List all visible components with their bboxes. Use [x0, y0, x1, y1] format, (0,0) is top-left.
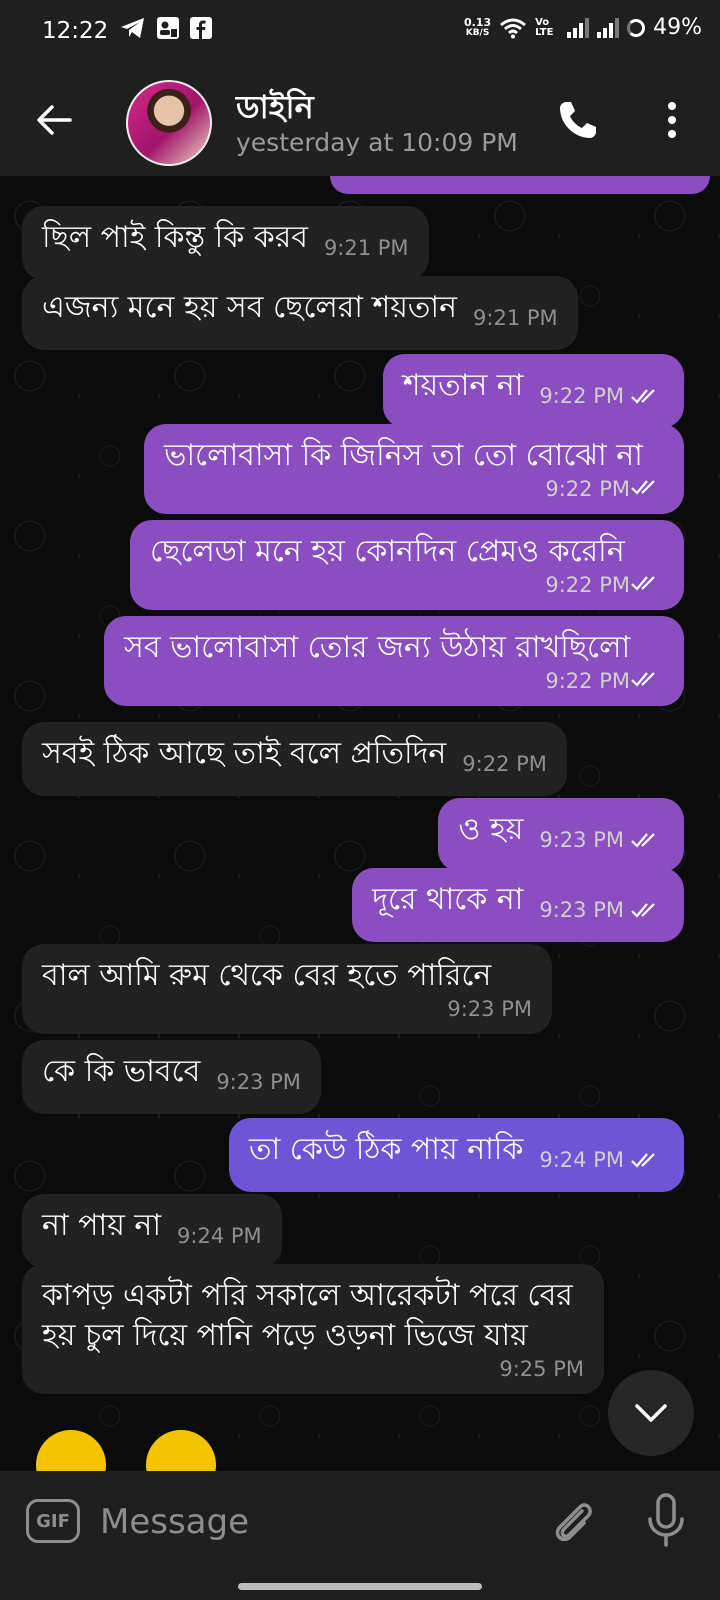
message-bubble-outgoing[interactable]: ছেলেডা মনে হয় কোনদিন প্রেমও করেনি 9:22 …	[130, 520, 684, 610]
telegram-icon	[121, 18, 144, 38]
message-text: এজন্য মনে হয় সব ছেলেরা শয়তান	[42, 290, 458, 325]
more-options-icon[interactable]	[658, 98, 686, 142]
message-text: শয়তান না	[402, 368, 524, 403]
message-time: 9:21 PM	[473, 306, 558, 330]
message-time: 9:23 PM	[216, 1070, 301, 1094]
message-bubble-outgoing[interactable]: শয়তান না 9:22 PM	[382, 354, 684, 428]
double-check-icon	[631, 389, 655, 404]
last-seen-status: yesterday at 10:09 PM	[236, 128, 518, 157]
message-text: দূরে থাকে না	[372, 882, 524, 917]
double-check-icon	[631, 480, 655, 495]
message-bubble-outgoing[interactable]: ভালোবাসা কি জিনিস তা তো বোঝো না 9:22 PM	[144, 424, 684, 514]
message-bubble-incoming[interactable]: ছিল পাই কিন্তু কি করব 9:21 PM	[22, 206, 429, 280]
message-time: 9:25 PM	[499, 1357, 584, 1381]
paperclip-icon[interactable]	[548, 1495, 596, 1547]
double-check-icon	[631, 1153, 655, 1168]
emoji-message-partial	[36, 1430, 106, 1471]
message-bubble-outgoing[interactable]: দূরে থাকে না 9:23 PM	[352, 868, 684, 942]
message-bubble-incoming[interactable]: এজন্য মনে হয় সব ছেলেরা শয়তান 9:21 PM	[22, 276, 578, 350]
contact-app-icon	[157, 17, 179, 39]
message-bubble-partial	[330, 176, 710, 194]
message-text: তা কেউ ঠিক পায় নাকি	[248, 1132, 524, 1167]
message-time: 9:22 PM	[462, 752, 547, 776]
contact-avatar[interactable]	[126, 80, 212, 166]
double-check-icon	[631, 576, 655, 591]
message-time: 9:24 PM	[177, 1224, 262, 1248]
volte-indicator: Vo LTE	[535, 16, 554, 38]
wifi-icon	[500, 18, 527, 38]
message-bubble-incoming[interactable]: বাল আমি রুম থেকে বের হতে পারিনে 9:23 PM	[22, 944, 552, 1034]
message-time: 9:23 PM	[447, 997, 532, 1021]
message-time: 9:22 PM	[539, 376, 664, 416]
message-time: 9:21 PM	[323, 236, 409, 260]
message-bubble-incoming[interactable]: সবই ঠিক আছে তাই বলে প্রতিদিন 9:22 PM	[22, 722, 567, 796]
microphone-icon[interactable]	[646, 1493, 686, 1549]
message-bubble-incoming[interactable]: কাপড় একটা পরি সকালে আরেকটা পরে বের হয় …	[22, 1264, 604, 1394]
message-bubble-incoming[interactable]: কে কি ভাববে 9:23 PM	[22, 1040, 321, 1114]
message-composer: GIF	[0, 1471, 720, 1600]
message-time: 9:22 PM	[124, 668, 664, 694]
gif-icon[interactable]: GIF	[26, 1499, 80, 1543]
message-text: ছিল পাই কিন্তু কি করব	[42, 220, 308, 255]
message-bubble-outgoing[interactable]: ও হয় 9:23 PM	[438, 798, 684, 872]
message-text: ছেলেডা মনে হয় কোনদিন প্রেমও করেনি	[150, 534, 625, 569]
message-bubble-incoming[interactable]: না পায় না 9:24 PM	[22, 1194, 282, 1268]
message-text: সব ভালোবাসা তোর জন্য উঠায় রাখছিলো	[124, 630, 631, 665]
back-arrow-icon[interactable]	[34, 100, 74, 140]
signal-icon-1	[567, 17, 590, 38]
double-check-icon	[631, 672, 655, 687]
message-time: 9:23 PM	[539, 820, 664, 860]
message-text: বাল আমি রুম থেকে বের হতে পারিনে	[42, 958, 492, 993]
message-text: সবই ঠিক আছে তাই বলে প্রতিদিন	[42, 736, 447, 771]
message-text: ও হয়	[458, 812, 524, 847]
double-check-icon	[631, 903, 655, 918]
chat-header: ডাইনি yesterday at 10:09 PM	[0, 62, 720, 176]
status-bar: 12:22 0.13 KB/S Vo LTE 49%	[0, 0, 720, 62]
status-time: 12:22	[42, 18, 109, 44]
message-text: কে কি ভাববে	[42, 1054, 201, 1089]
message-time: 9:24 PM	[539, 1140, 664, 1180]
phone-icon[interactable]	[556, 98, 600, 142]
scroll-to-bottom-button[interactable]	[608, 1370, 694, 1456]
message-input[interactable]	[98, 1493, 522, 1551]
message-time: 9:22 PM	[150, 572, 664, 598]
message-text: ভালোবাসা কি জিনিস তা তো বোঝো না	[164, 438, 643, 473]
message-time: 9:22 PM	[164, 476, 664, 502]
facebook-icon	[190, 17, 212, 39]
battery-percent: 49%	[653, 15, 702, 40]
message-time: 9:23 PM	[539, 890, 664, 930]
message-bubble-outgoing[interactable]: তা কেউ ঠিক পায় নাকি 9:24 PM	[228, 1118, 684, 1192]
message-bubble-outgoing[interactable]: সব ভালোবাসা তোর জন্য উঠায় রাখছিলো 9:22 …	[104, 616, 684, 706]
message-list[interactable]: ছিল পাই কিন্তু কি করব 9:21 PM এজন্য মনে …	[0, 176, 720, 1471]
battery-icon	[627, 18, 646, 37]
network-speed: 0.13 KB/S	[463, 15, 492, 38]
double-check-icon	[631, 833, 655, 848]
message-text: কাপড় একটা পরি সকালে আরেকটা পরে বের হয় …	[42, 1278, 573, 1353]
message-text: না পায় না	[42, 1208, 162, 1243]
emoji-message-partial	[146, 1430, 216, 1471]
chevron-down-icon	[635, 1404, 667, 1422]
signal-icon-2	[597, 17, 620, 38]
home-indicator[interactable]	[238, 1583, 482, 1590]
